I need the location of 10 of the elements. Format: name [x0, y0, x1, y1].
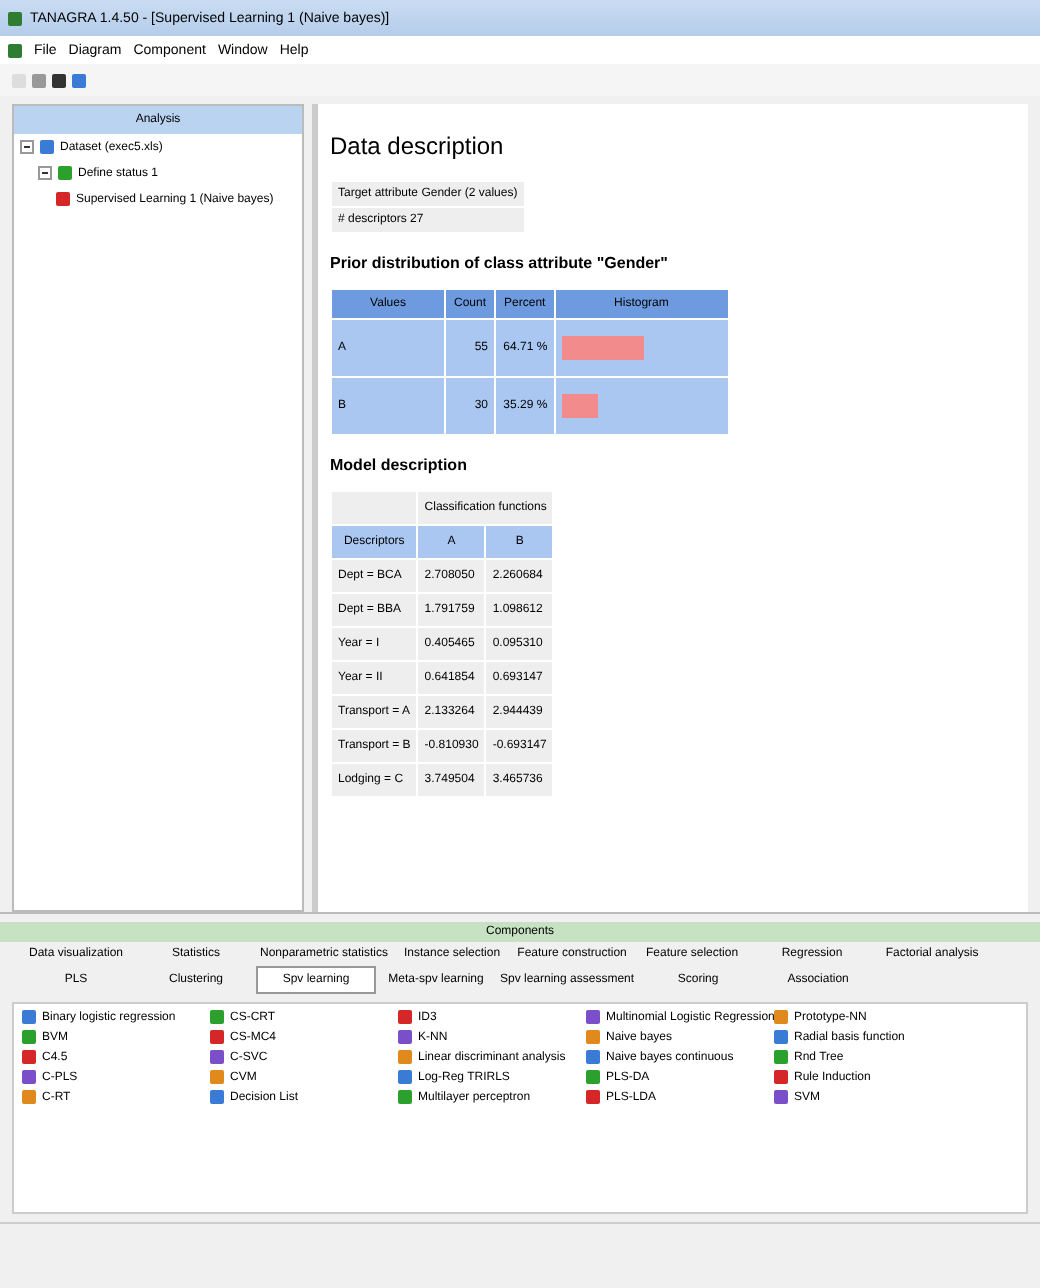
- section-title: Model description: [330, 456, 469, 474]
- collapse-icon[interactable]: [20, 140, 34, 154]
- node-icon: [40, 140, 54, 154]
- app-icon: [8, 11, 22, 25]
- node-icon: [56, 192, 70, 206]
- section-title: Prior distribution of class attribute "Gender": [330, 254, 670, 272]
- node-icon: [58, 166, 72, 180]
- section-title: Data description: [330, 132, 506, 160]
- app-icon: [8, 43, 22, 57]
- collapse-icon[interactable]: [38, 166, 52, 180]
